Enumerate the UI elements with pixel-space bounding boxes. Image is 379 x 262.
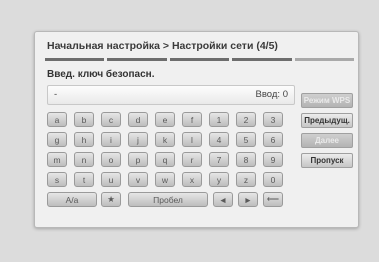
key-7[interactable]: 7: [209, 152, 229, 167]
arrow-right-icon[interactable]: ►: [238, 192, 258, 207]
progress-segment-5: [294, 58, 355, 61]
progress-segment-2: [107, 58, 167, 61]
key-e[interactable]: e: [155, 112, 175, 127]
key-w[interactable]: w: [155, 172, 175, 187]
key-o[interactable]: o: [101, 152, 121, 167]
key-j[interactable]: j: [128, 132, 148, 147]
key-a[interactable]: a: [47, 112, 67, 127]
key-r[interactable]: r: [182, 152, 202, 167]
key-5[interactable]: 5: [236, 132, 256, 147]
key-i[interactable]: i: [101, 132, 121, 147]
backspace-icon[interactable]: ⟵: [263, 192, 283, 207]
key-3[interactable]: 3: [263, 112, 283, 127]
key-9[interactable]: 9: [263, 152, 283, 167]
security-key-input[interactable]: - Ввод: 0: [47, 85, 295, 105]
key-p[interactable]: p: [128, 152, 148, 167]
key-m[interactable]: m: [47, 152, 67, 167]
key-s[interactable]: s: [47, 172, 67, 187]
next-button[interactable]: Далее: [301, 133, 353, 148]
key-d[interactable]: d: [128, 112, 148, 127]
star-icon[interactable]: ★: [101, 192, 121, 207]
case-toggle-key[interactable]: A/a: [47, 192, 97, 207]
key-t[interactable]: t: [74, 172, 94, 187]
key-4[interactable]: 4: [209, 132, 229, 147]
key-n[interactable]: n: [74, 152, 94, 167]
progress-segment-4: [232, 58, 292, 61]
key-x[interactable]: x: [182, 172, 202, 187]
space-key[interactable]: Пробел: [128, 192, 208, 207]
arrow-left-icon[interactable]: ◄: [213, 192, 233, 207]
key-z[interactable]: z: [236, 172, 256, 187]
key-u[interactable]: u: [101, 172, 121, 187]
key-2[interactable]: 2: [236, 112, 256, 127]
wps-mode-button[interactable]: Режим WPS: [301, 93, 353, 108]
skip-button[interactable]: Пропуск: [301, 153, 353, 168]
key-6[interactable]: 6: [263, 132, 283, 147]
key-1[interactable]: 1: [209, 112, 229, 127]
step-progress-bar: [45, 58, 355, 61]
input-counter: Ввод: 0: [255, 89, 288, 100]
input-value: -: [54, 89, 58, 100]
key-b[interactable]: b: [74, 112, 94, 127]
network-settings-dialog: Начальная настройка > Настройки сети (4/…: [34, 31, 359, 228]
progress-segment-1: [45, 58, 105, 61]
key-c[interactable]: c: [101, 112, 121, 127]
key-h[interactable]: h: [74, 132, 94, 147]
previous-button[interactable]: Предыдущ.: [301, 113, 353, 128]
progress-segment-3: [169, 58, 230, 61]
key-0[interactable]: 0: [263, 172, 283, 187]
key-q[interactable]: q: [155, 152, 175, 167]
key-f[interactable]: f: [182, 112, 202, 127]
key-8[interactable]: 8: [236, 152, 256, 167]
security-key-prompt: Введ. ключ безопасн.: [47, 69, 155, 80]
page-title: Начальная настройка > Настройки сети (4/…: [47, 40, 278, 52]
key-v[interactable]: v: [128, 172, 148, 187]
key-k[interactable]: k: [155, 132, 175, 147]
key-l[interactable]: l: [182, 132, 202, 147]
key-y[interactable]: y: [209, 172, 229, 187]
key-g[interactable]: g: [47, 132, 67, 147]
